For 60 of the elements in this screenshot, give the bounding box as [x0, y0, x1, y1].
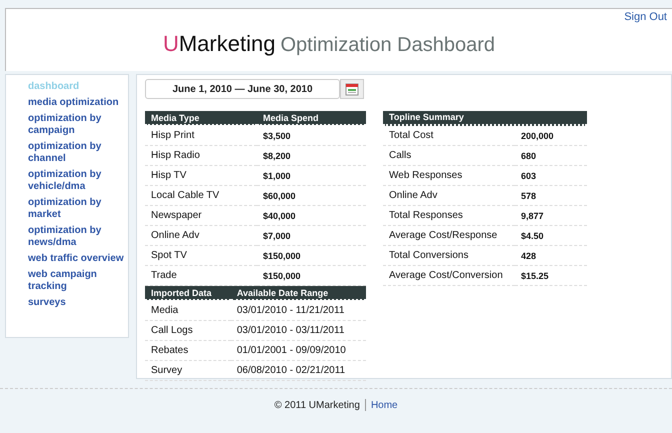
table-cell: Newspaper: [145, 206, 257, 226]
table-cell: Survey: [145, 360, 231, 380]
table-cell: $4.50: [515, 226, 587, 246]
table-cell: Online Adv: [383, 186, 515, 206]
sidebar-item[interactable]: optimization by news/dma: [28, 225, 128, 249]
page-title: Optimization Dashboard: [280, 34, 496, 57]
sidebar-item[interactable]: web campaign tracking: [28, 269, 128, 293]
table-cell: 06/08/2010 - 02/21/2011: [230, 360, 366, 380]
table-cell: $15.25: [515, 266, 587, 286]
table-cell: $150,000: [257, 246, 366, 266]
column-header: Imported Data: [145, 286, 231, 300]
table-cell: Call Logs: [145, 320, 231, 340]
sidebar-item[interactable]: optimization by market: [28, 197, 128, 221]
table-cell: 428: [515, 246, 587, 266]
table-cell: 578: [515, 186, 587, 206]
table-cell: Average Cost/Response: [383, 226, 515, 246]
brand-logo: UMarketing: [162, 31, 276, 57]
table-cell: 603: [515, 166, 587, 186]
home-link[interactable]: Home: [370, 400, 398, 410]
sign-out-link[interactable]: Sign Out: [624, 11, 667, 23]
sidebar-item[interactable]: optimization by vehicle/dma: [28, 169, 128, 193]
table-cell: Total Responses: [383, 206, 515, 226]
table-cell: $8,200: [257, 146, 366, 166]
sidebar-item[interactable]: web traffic overview: [28, 253, 128, 265]
table-cell: Average Cost/Conversion: [383, 266, 515, 286]
table-cell: $40,000: [257, 206, 366, 226]
sidebar-item[interactable]: surveys: [28, 297, 128, 309]
table-cell: Calls: [383, 146, 515, 166]
date-range-field[interactable]: June 1, 2010 — June 30, 2010: [145, 79, 340, 99]
table-cell: Hisp Radio: [145, 146, 257, 166]
table-cell: Rebates: [145, 340, 231, 360]
table-cell: 9,877: [515, 206, 587, 226]
table-cell: 03/01/2010 - 03/11/2011: [230, 320, 366, 340]
table-cell: $1,000: [257, 166, 366, 186]
table-cell: Hisp TV: [145, 166, 257, 186]
sidebar-item[interactable]: media optimization: [28, 97, 128, 109]
table-cell: 200,000: [515, 126, 587, 146]
table-cell: Spot TV: [145, 246, 257, 266]
table-cell: Total Conversions: [383, 246, 515, 266]
table-cell: 03/01/2010 - 11/21/2011: [230, 300, 366, 320]
sidebar-item[interactable]: optimization by channel: [28, 141, 128, 165]
table-cell: 01/01/2001 - 09/09/2010: [230, 340, 366, 360]
table-cell: $7,000: [257, 226, 366, 246]
column-header: Media Spend: [257, 111, 366, 125]
table-cell: $3,500: [257, 125, 366, 146]
table-cell: Local Cable TV: [145, 186, 257, 206]
table-cell: Online Adv: [145, 226, 257, 246]
copyright-text: © 2011 UMarketing: [274, 400, 360, 410]
table-title: Topline Summary: [383, 111, 587, 126]
calendar-button[interactable]: [340, 79, 364, 99]
table-cell: $60,000: [257, 186, 366, 206]
table-cell: Web Responses: [383, 166, 515, 186]
table-cell: Hisp Print: [145, 125, 257, 146]
table-cell: Media: [145, 300, 231, 320]
column-header: Media Type: [145, 111, 257, 125]
column-header: Available Date Range: [230, 286, 366, 300]
table-cell: 680: [515, 146, 587, 166]
calendar-icon: [345, 82, 359, 96]
table-cell: Total Cost: [383, 126, 515, 146]
sidebar-item[interactable]: optimization by campaign: [28, 113, 128, 137]
